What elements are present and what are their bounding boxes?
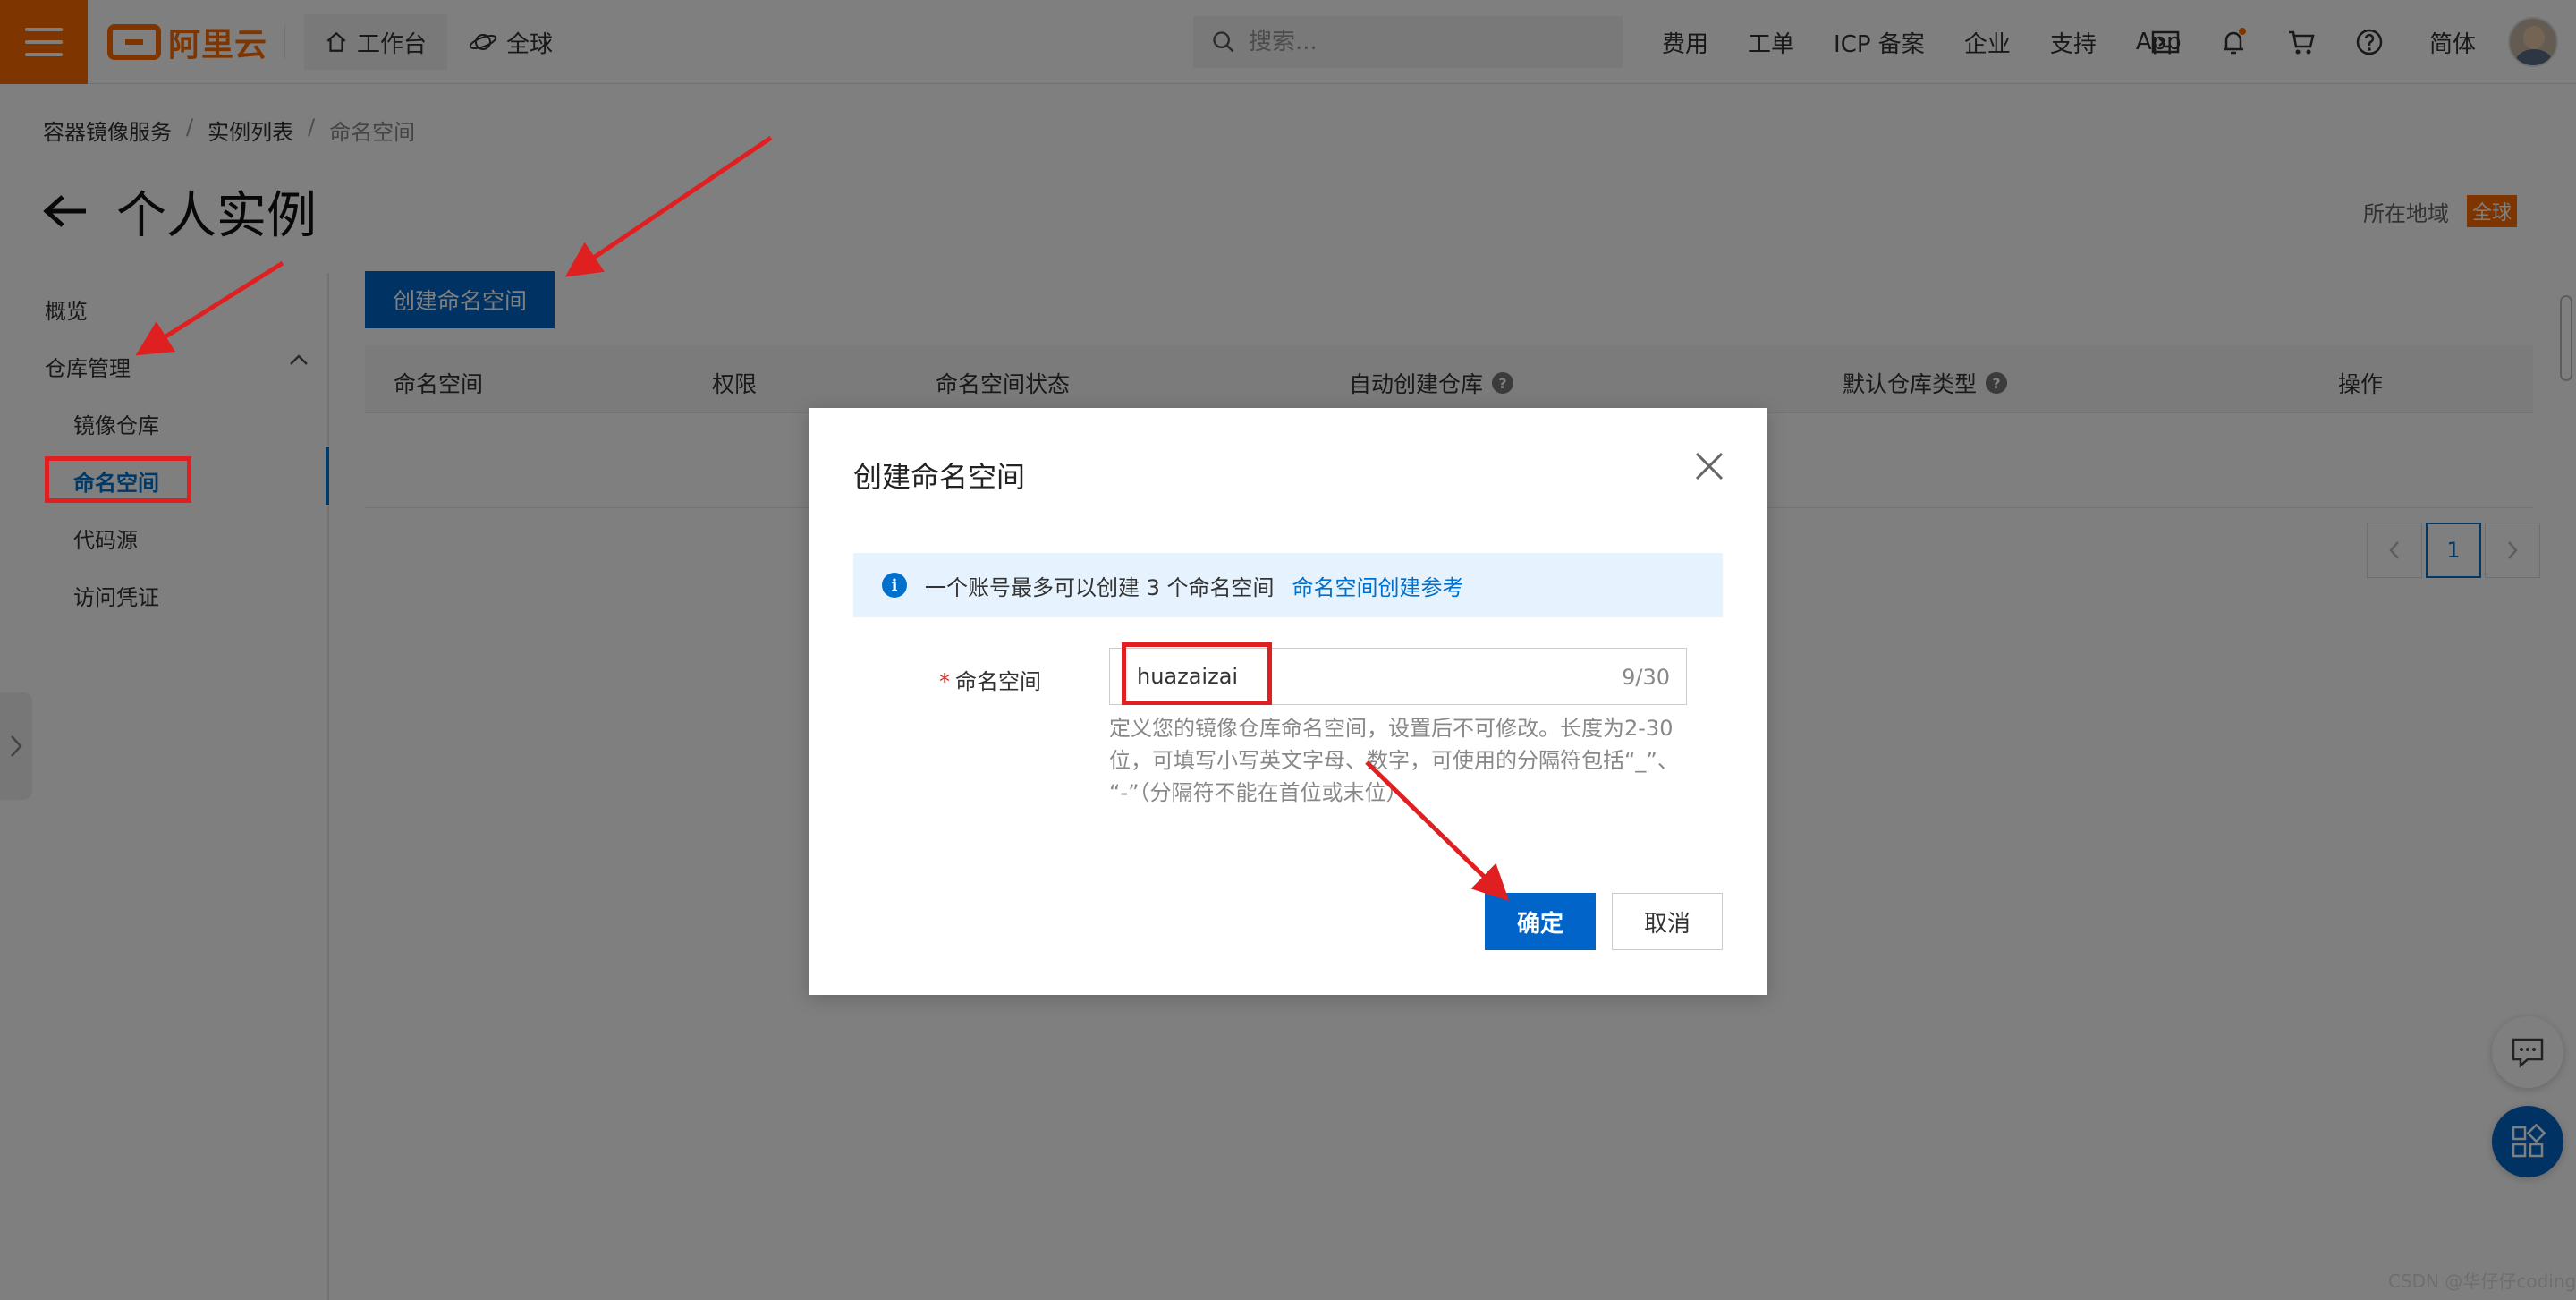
info-icon: i <box>882 573 907 598</box>
cancel-button[interactable]: 取消 <box>1612 893 1723 950</box>
alert-text: 一个账号最多可以创建 3 个命名空间 <box>925 574 1275 600</box>
annotation-highlight-box <box>1122 642 1272 705</box>
dialog-title: 创建命名空间 <box>853 460 1026 494</box>
namespace-reference-link[interactable]: 命名空间创建参考 <box>1292 570 1464 601</box>
annotation-highlight-box <box>45 456 191 503</box>
namespace-field-label: * 命名空间 <box>939 669 1041 694</box>
namespace-hint: 定义您的镜像仓库命名空间，设置后不可修改。长度为2-30 位，可填写小写英文字母… <box>1109 712 1690 809</box>
hint-line: 位，可填写小写英文字母、数字，可使用的分隔符包括“_”、 <box>1109 748 1679 773</box>
confirm-button[interactable]: 确定 <box>1485 893 1596 950</box>
character-counter: 9/30 <box>1622 665 1670 690</box>
required-mark: * <box>939 669 950 694</box>
close-icon[interactable] <box>1687 444 1732 489</box>
create-namespace-dialog: 创建命名空间 i 一个账号最多可以创建 3 个命名空间 命名空间创建参考 * 命名… <box>809 408 1767 995</box>
hint-line: 定义您的镜像仓库命名空间，设置后不可修改。长度为2-30 <box>1109 716 1674 741</box>
hint-line: “-”（分隔符不能在首位或末位） <box>1109 780 1408 805</box>
info-alert: i 一个账号最多可以创建 3 个命名空间 命名空间创建参考 <box>853 553 1723 617</box>
